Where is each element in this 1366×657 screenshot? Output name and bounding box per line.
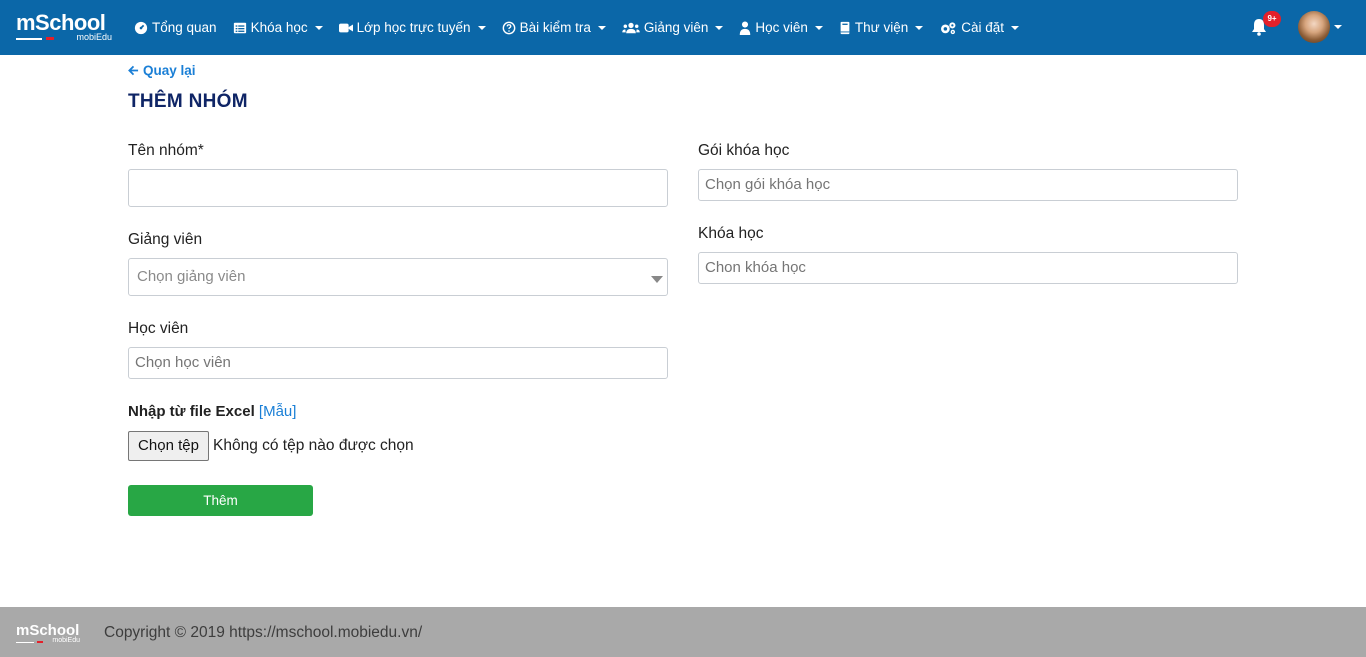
- nav-item-label: Lớp học trực tuyến: [356, 20, 471, 35]
- chevron-down-icon: [915, 26, 924, 30]
- add-group-button[interactable]: Thêm: [128, 485, 313, 516]
- nav-item-label: Học viên: [755, 20, 808, 35]
- teacher-select[interactable]: Chọn giảng viên: [128, 258, 668, 296]
- brand-logo[interactable]: mSchool mobiEdu: [16, 10, 112, 44]
- nav-item-label: Khóa học: [250, 20, 308, 35]
- course-label: Khóa học: [698, 225, 764, 242]
- template-link[interactable]: Mẫu: [263, 403, 292, 420]
- group-name-label: Tên nhóm*: [128, 142, 204, 159]
- import-excel-title: Nhập từ file Excel: [128, 403, 255, 420]
- nav-item-teachers[interactable]: Giảng viên: [622, 20, 724, 35]
- avatar[interactable]: [1298, 11, 1330, 43]
- footer-logo: mSchool mobiEdu: [16, 622, 82, 648]
- dashboard-icon: [134, 21, 148, 34]
- nav-item-online-classes[interactable]: Lớp học trực tuyến: [338, 20, 486, 35]
- main-menu: Tổng quan Khóa học Lớp học trực tuyến Bà…: [134, 0, 1035, 55]
- teacher-select-placeholder: Chọn giảng viên: [137, 268, 246, 285]
- nav-item-students[interactable]: Học viên: [739, 20, 823, 35]
- footer-logo-subtext: mobiEdu: [52, 637, 80, 644]
- course-select[interactable]: Chon khóa học: [698, 252, 1238, 284]
- list-icon: [233, 22, 246, 33]
- page-title: THÊM NHÓM: [128, 91, 248, 112]
- footer-logo-accent: [37, 641, 43, 643]
- users-icon: [622, 22, 640, 33]
- book-icon: [840, 21, 850, 34]
- nav-item-label: Tổng quan: [152, 20, 217, 35]
- student-select[interactable]: Chọn học viên: [128, 347, 668, 379]
- back-link[interactable]: Quay lại: [128, 63, 196, 78]
- nav-item-label: Giảng viên: [643, 20, 709, 35]
- nav-item-settings[interactable]: Cài đặt: [939, 20, 1020, 35]
- teacher-label: Giảng viên: [128, 231, 203, 248]
- package-select[interactable]: Chọn gói khóa học: [698, 169, 1238, 201]
- nav-item-label: Cài đặt: [961, 20, 1005, 35]
- notification-badge: 9+: [1263, 11, 1281, 27]
- chevron-down-icon: [814, 26, 823, 30]
- top-navbar: mSchool mobiEdu Tổng quan Khóa học Lớp h…: [0, 0, 1366, 55]
- logo-underline: [16, 38, 42, 40]
- nav-item-tests[interactable]: Bài kiểm tra: [502, 20, 606, 35]
- chevron-down-icon[interactable]: [1334, 25, 1342, 29]
- footer-copyright: Copyright © 2019 https://mschool.mobiedu…: [104, 624, 423, 641]
- chevron-down-icon: [1011, 26, 1020, 30]
- nav-item-courses[interactable]: Khóa học: [233, 20, 323, 35]
- caret-down-icon: [651, 276, 663, 283]
- nav-item-label: Thư viện: [854, 20, 909, 35]
- logo-accent: [46, 37, 54, 40]
- chevron-down-icon: [715, 26, 724, 30]
- import-excel-label: Nhập từ file Excel [Mẫu]: [128, 403, 296, 420]
- arrow-left-icon: [128, 65, 139, 76]
- student-label: Học viên: [128, 320, 189, 337]
- chevron-down-icon: [314, 26, 323, 30]
- back-link-label: Quay lại: [143, 63, 196, 78]
- gears-icon: [941, 21, 956, 34]
- logo-subtext: mobiEdu: [76, 32, 112, 42]
- group-name-input[interactable]: [128, 169, 668, 207]
- chevron-down-icon: [597, 26, 606, 30]
- file-status-text: Không có tệp nào được chọn: [213, 437, 414, 454]
- chevron-down-icon: [477, 26, 486, 30]
- choose-file-button[interactable]: Chọn tệp: [128, 431, 209, 461]
- nav-item-dashboard[interactable]: Tổng quan: [134, 20, 217, 35]
- nav-item-library[interactable]: Thư viện: [839, 20, 924, 35]
- user-icon: [740, 20, 751, 35]
- nav-item-label: Bài kiểm tra: [519, 20, 591, 35]
- video-icon: [338, 23, 353, 32]
- footer-logo-underline: [16, 642, 34, 643]
- import-bracket-close: ]: [292, 403, 297, 420]
- question-circle-icon: [502, 21, 515, 34]
- package-label: Gói khóa học: [698, 142, 790, 159]
